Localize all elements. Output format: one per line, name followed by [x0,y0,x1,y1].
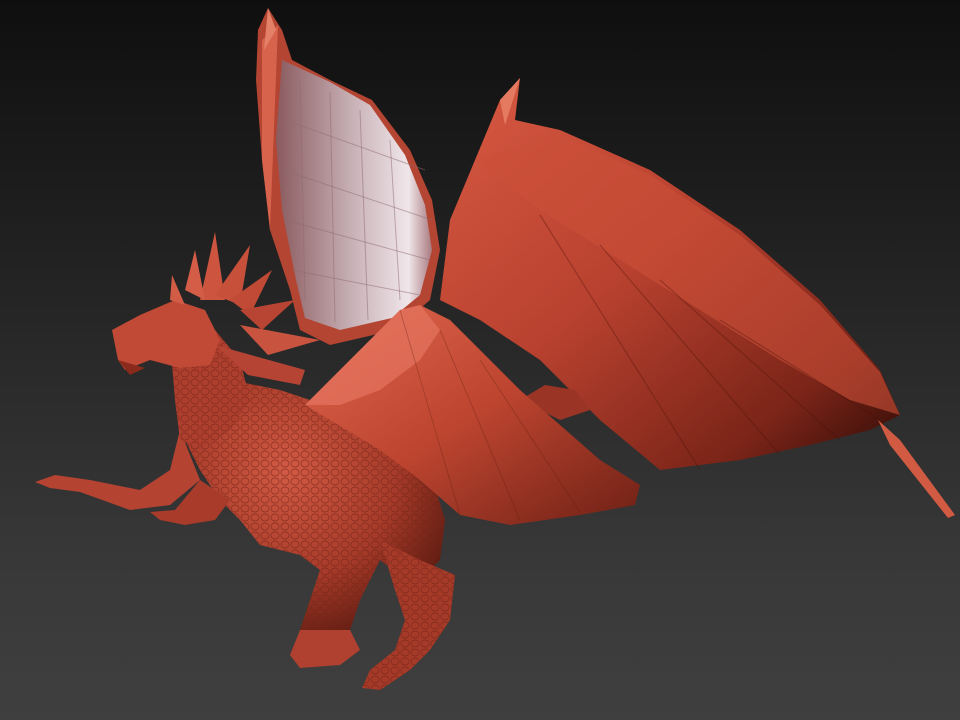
3d-viewport[interactable] [0,0,960,720]
back-wing [256,8,440,345]
dragon-model [35,8,955,690]
